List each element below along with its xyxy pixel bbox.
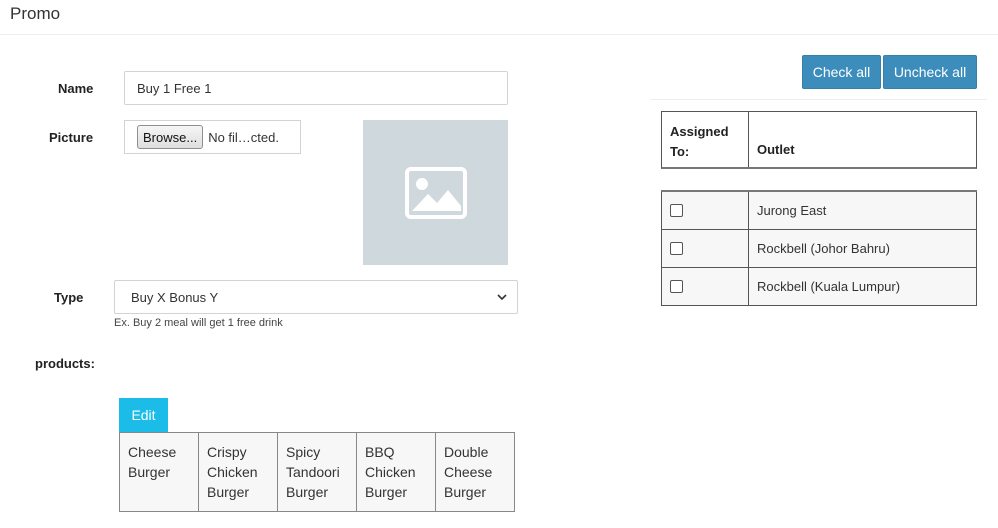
divider: [650, 99, 987, 100]
checkbox-cell: [662, 192, 749, 229]
file-input[interactable]: Browse... No fil…cted.: [124, 120, 301, 154]
name-label: Name: [58, 81, 94, 96]
table-row: Cheese Burger Crispy Chicken Burger Spic…: [119, 432, 515, 512]
outlet-checkbox[interactable]: [670, 242, 683, 255]
type-selected-value: Buy X Bonus Y: [131, 289, 219, 305]
table-row: Jurong East: [661, 192, 977, 230]
table-row: Rockbell (Johor Bahru): [661, 230, 977, 268]
page-title: Promo: [10, 4, 61, 23]
checkbox-cell: [662, 230, 749, 267]
chevron-down-icon: [497, 293, 507, 300]
outlet-name: Jurong East: [757, 203, 827, 218]
uncheck-all-button[interactable]: Uncheck all: [883, 55, 977, 89]
products-table: Cheese Burger Crispy Chicken Burger Spic…: [119, 432, 515, 512]
outlet-table-header: Assigned To: Outlet: [661, 111, 977, 169]
picture-preview: [363, 120, 508, 265]
product-cell: Crispy Chicken Burger: [198, 432, 278, 512]
product-cell: Cheese Burger: [119, 432, 199, 512]
type-help-text: Ex. Buy 2 meal will get 1 free drink: [114, 317, 283, 329]
outlet-table: Jurong East Rockbell (Johor Bahru) Rockb…: [661, 190, 977, 306]
header-bar: Promo: [0, 0, 998, 35]
outlet-name: Rockbell (Johor Bahru): [757, 241, 890, 256]
name-input[interactable]: [124, 71, 508, 105]
products-label: products:: [35, 356, 95, 371]
column-header-assigned: Assigned To:: [662, 112, 749, 167]
type-label: Type: [54, 290, 84, 305]
outlet-name: Rockbell (Kuala Lumpur): [757, 279, 901, 294]
browse-button[interactable]: Browse...: [137, 125, 204, 149]
picture-label: Picture: [49, 130, 94, 145]
product-cell: BBQ Chicken Burger: [356, 432, 436, 512]
product-cell: Double Cheese Burger: [435, 432, 515, 512]
type-select[interactable]: Buy X Bonus Y: [114, 280, 518, 314]
column-header-outlet: Outlet: [757, 142, 795, 157]
outlet-checkbox[interactable]: [670, 280, 683, 293]
outlet-checkbox[interactable]: [670, 204, 683, 217]
file-status: No fil…cted.: [208, 129, 279, 145]
image-icon: [404, 166, 467, 219]
table-row: Rockbell (Kuala Lumpur): [661, 268, 977, 306]
product-cell: Spicy Tandoori Burger: [277, 432, 357, 512]
checkbox-cell: [662, 268, 749, 305]
edit-products-button[interactable]: Edit: [119, 398, 168, 432]
check-all-button[interactable]: Check all: [802, 55, 881, 89]
